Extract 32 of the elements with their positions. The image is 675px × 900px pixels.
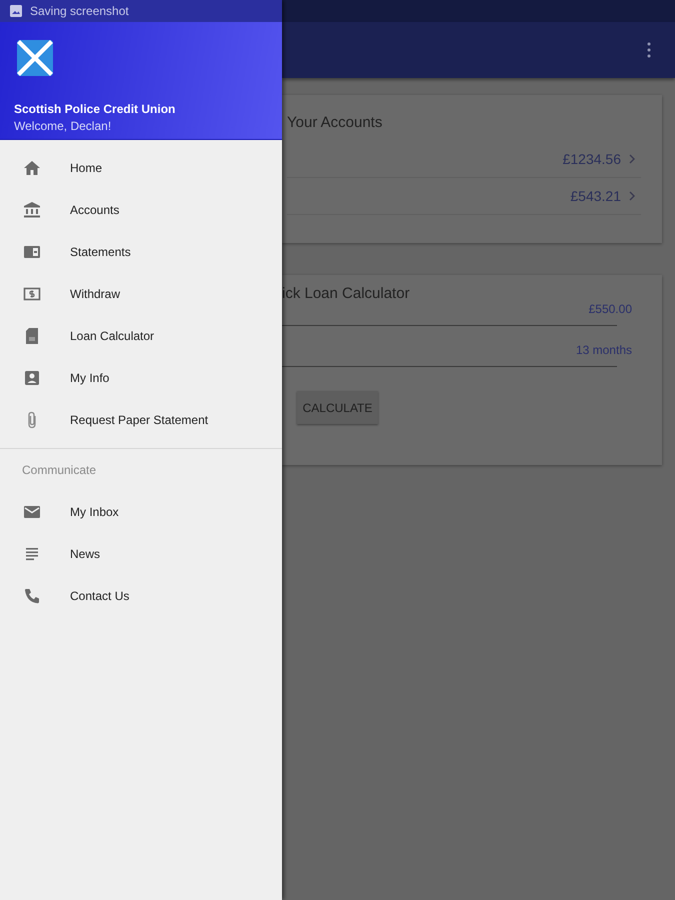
menu-item[interactable]: Statements <box>70 245 131 259</box>
image-icon <box>10 5 22 17</box>
welcome-text: Welcome, Declan! <box>14 119 112 133</box>
menu-item[interactable]: Accounts <box>70 203 120 217</box>
home-icon <box>23 159 41 177</box>
sim-card-icon <box>23 327 41 345</box>
chevron-icon <box>629 191 635 201</box>
balance-text: £1234.56 <box>562 151 621 167</box>
menu-item[interactable]: Loan Calculator <box>70 329 154 343</box>
menu-item[interactable]: Withdraw <box>70 287 120 301</box>
section-header: Communicate <box>21 462 98 479</box>
chevron-icon <box>629 154 635 164</box>
statement-icon <box>23 243 41 261</box>
menu-item[interactable]: Contact Us <box>70 589 130 603</box>
menu-item[interactable]: News <box>70 547 100 561</box>
phone-icon <box>23 587 41 605</box>
status-text: Saving screenshot <box>30 4 129 18</box>
card-title: ick Loan Calculator <box>282 285 411 302</box>
bank-icon <box>23 201 41 219</box>
menu-item[interactable]: Home <box>70 161 102 175</box>
flag-logo-icon <box>17 40 53 76</box>
text-lines-icon <box>23 545 41 563</box>
more-icon[interactable] <box>647 42 651 58</box>
contact-card-icon <box>23 369 41 387</box>
menu-item[interactable]: My Info <box>70 371 110 385</box>
menu-item[interactable]: Request Paper Statement <box>70 413 208 427</box>
app-name: Scottish Police Credit Union <box>14 102 176 116</box>
menu-item[interactable]: My Inbox <box>70 505 119 519</box>
card-title: Your Accounts <box>287 114 384 131</box>
balance-text: £543.21 <box>570 188 621 204</box>
cash-icon <box>23 285 41 303</box>
mail-icon <box>23 503 41 521</box>
